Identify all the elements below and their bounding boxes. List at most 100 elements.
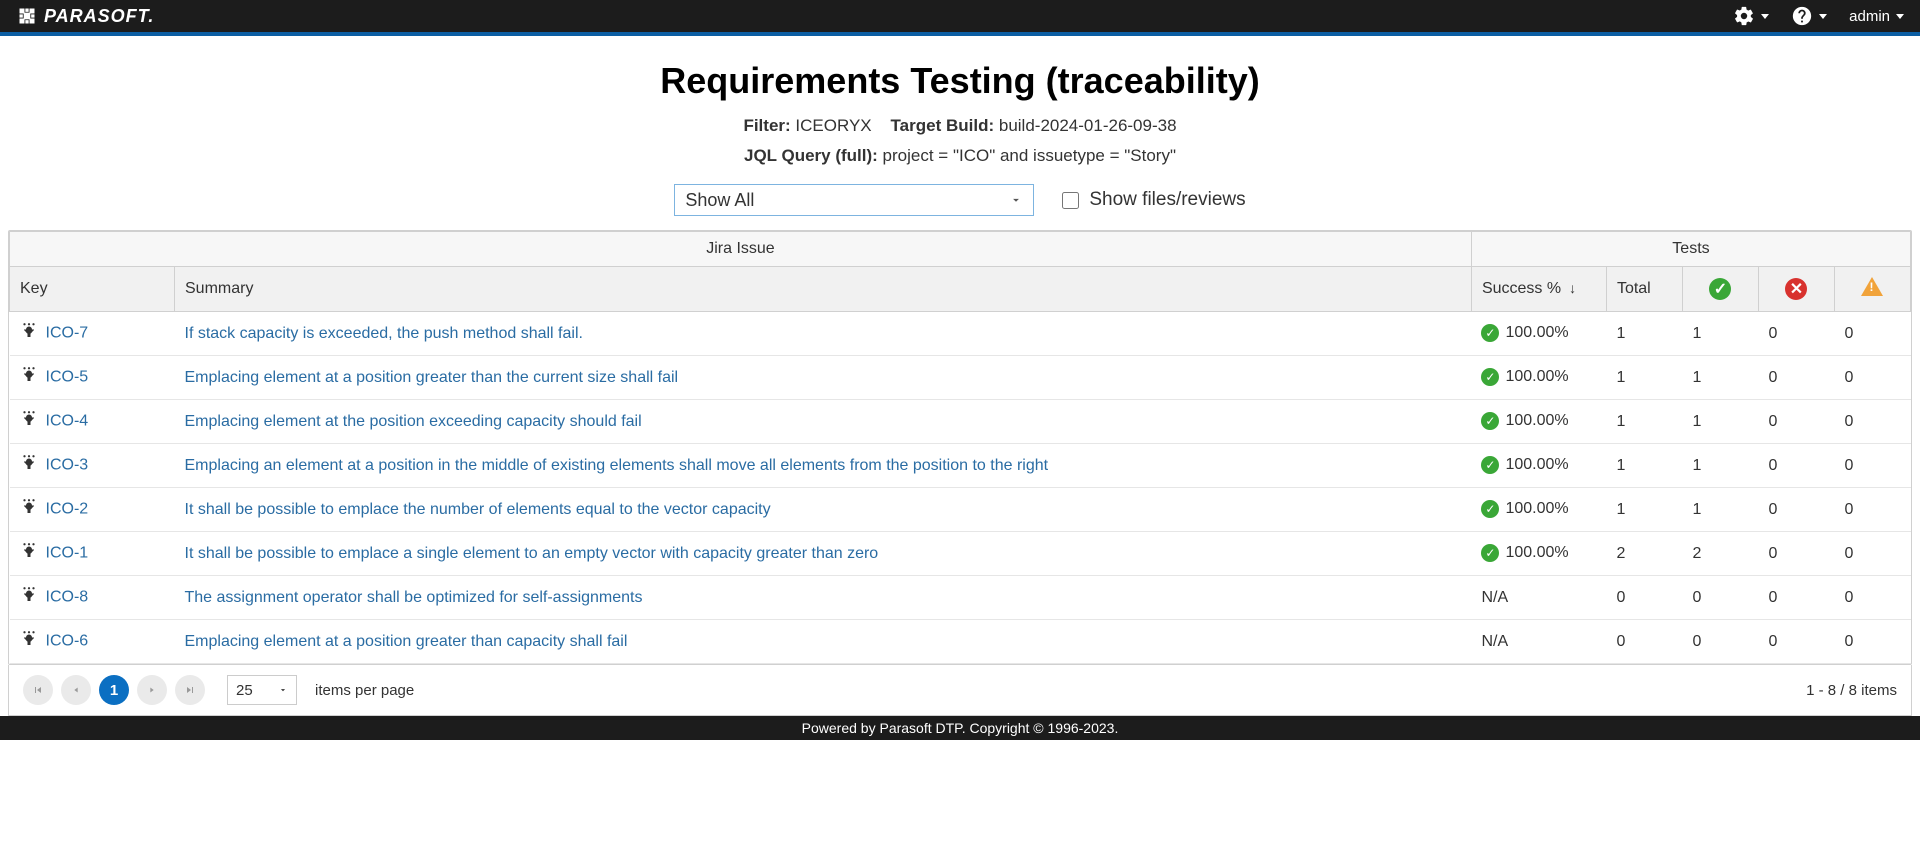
jira-issue-icon [20,630,38,653]
show-files-reviews-input[interactable] [1062,192,1079,209]
cell-total: 0 [1606,620,1682,664]
help-menu[interactable] [1791,5,1827,27]
issue-summary-link[interactable]: If stack capacity is exceeded, the push … [185,325,583,342]
cell-summary: The assignment operator shall be optimiz… [175,576,1472,620]
cell-warn: 0 [1834,444,1910,488]
checkbox-label: Show files/reviews [1089,189,1245,211]
cell-warn: 0 [1834,620,1910,664]
check-circle-icon: ✓ [1481,544,1499,562]
issue-summary-link[interactable]: Emplacing element at the position exceed… [185,413,642,430]
cell-pass: 0 [1682,620,1758,664]
check-circle-icon: ✓ [1481,500,1499,518]
filter-meta-row: Filter: ICEORYX Target Build: build-2024… [8,116,1912,136]
issue-key-link[interactable]: ICO-2 [46,501,89,518]
cell-warn: 0 [1834,488,1910,532]
cell-fail: 0 [1758,444,1834,488]
pager-last-button[interactable] [175,675,205,705]
chevron-down-icon [1819,14,1827,19]
cell-summary: Emplacing element at a position greater … [175,356,1472,400]
group-header-jira: Jira Issue [10,232,1472,267]
table-row: ICO-6 Emplacing element at a position gre… [10,620,1911,664]
table-row: ICO-3 Emplacing an element at a position … [10,444,1911,488]
table-row: ICO-4 Emplacing element at the position e… [10,400,1911,444]
per-page-label: items per page [315,682,414,699]
pager-first-button[interactable] [23,675,53,705]
jql-meta-row: JQL Query (full): project = "ICO" and is… [8,146,1912,166]
check-circle-icon: ✓ [1481,368,1499,386]
cell-total: 1 [1606,312,1682,356]
user-menu[interactable]: admin [1849,8,1904,25]
column-pass[interactable]: ✓ [1682,267,1758,312]
column-success[interactable]: Success %↓ [1471,267,1606,312]
issue-summary-link[interactable]: Emplacing an element at a position in th… [185,457,1049,474]
pager-next-button[interactable] [137,675,167,705]
cell-total: 0 [1606,576,1682,620]
target-build-label: Target Build: [891,116,995,135]
last-page-icon [184,684,196,696]
check-circle-icon: ✓ [1481,412,1499,430]
column-fail[interactable]: ✕ [1758,267,1834,312]
show-files-reviews-checkbox[interactable]: Show files/reviews [1062,189,1245,211]
cell-success: N/A [1471,576,1606,620]
next-page-icon [147,685,157,695]
check-circle-icon: ✓ [1481,324,1499,342]
settings-menu[interactable] [1733,5,1769,27]
issue-key-link[interactable]: ICO-4 [46,413,89,430]
issue-summary-link[interactable]: Emplacing element at a position greater … [185,369,679,386]
filter-label: Filter: [743,116,790,135]
page-title: Requirements Testing (traceability) [8,60,1912,102]
page-size-select[interactable]: 25 [227,675,297,705]
cell-summary: Emplacing an element at a position in th… [175,444,1472,488]
cell-key: ICO-2 [10,488,175,532]
cell-key: ICO-7 [10,312,175,356]
chevron-down-icon [1761,14,1769,19]
issue-summary-link[interactable]: Emplacing element at a position greater … [185,633,628,650]
issue-summary-link[interactable]: It shall be possible to emplace a single… [185,545,879,562]
issue-key-link[interactable]: ICO-1 [46,545,89,562]
pager-prev-button[interactable] [61,675,91,705]
issue-key-link[interactable]: ICO-3 [46,457,89,474]
column-key[interactable]: Key [10,267,175,312]
cell-fail: 0 [1758,356,1834,400]
cell-total: 1 [1606,488,1682,532]
column-summary[interactable]: Summary [175,267,1472,312]
cell-key: ICO-8 [10,576,175,620]
column-total[interactable]: Total [1606,267,1682,312]
prev-page-icon [71,685,81,695]
cell-summary: It shall be possible to emplace the numb… [175,488,1472,532]
pager-page-1[interactable]: 1 [99,675,129,705]
chevron-down-icon [1896,14,1904,19]
issue-summary-link[interactable]: It shall be possible to emplace the numb… [185,501,771,518]
requirements-table-wrap: Jira Issue Tests Key Summary Success %↓ … [8,230,1912,665]
controls-row: Show All Show files/reviews [8,184,1912,216]
brand-text: PARASOFT. [44,6,154,27]
cell-pass: 2 [1682,532,1758,576]
cell-pass: 1 [1682,356,1758,400]
jql-value: project = "ICO" and issuetype = "Story" [883,146,1176,165]
table-row: ICO-1 It shall be possible to emplace a s… [10,532,1911,576]
jql-label: JQL Query (full): [744,146,878,165]
cell-success: ✓100.00% [1471,312,1606,356]
cell-warn: 0 [1834,312,1910,356]
issue-key-link[interactable]: ICO-5 [46,369,89,386]
cell-total: 1 [1606,400,1682,444]
chevron-down-icon [1009,193,1023,207]
x-circle-icon: ✕ [1785,278,1807,300]
cell-fail: 0 [1758,312,1834,356]
cell-success: ✓100.00% [1471,444,1606,488]
cell-summary: Emplacing element at the position exceed… [175,400,1472,444]
issue-key-link[interactable]: ICO-6 [46,633,89,650]
cell-key: ICO-3 [10,444,175,488]
parasoft-logo-icon [16,6,38,26]
cell-success: ✓100.00% [1471,356,1606,400]
top-nav-bar: PARASOFT. admin [0,0,1920,36]
cell-key: ICO-1 [10,532,175,576]
table-row: ICO-5 Emplacing element at a position gre… [10,356,1911,400]
column-warn[interactable] [1834,267,1910,312]
issue-key-link[interactable]: ICO-7 [46,325,89,342]
cell-warn: 0 [1834,576,1910,620]
show-filter-select[interactable]: Show All [674,184,1034,216]
issue-summary-link[interactable]: The assignment operator shall be optimiz… [185,589,643,606]
cell-summary: It shall be possible to emplace a single… [175,532,1472,576]
issue-key-link[interactable]: ICO-8 [46,589,89,606]
